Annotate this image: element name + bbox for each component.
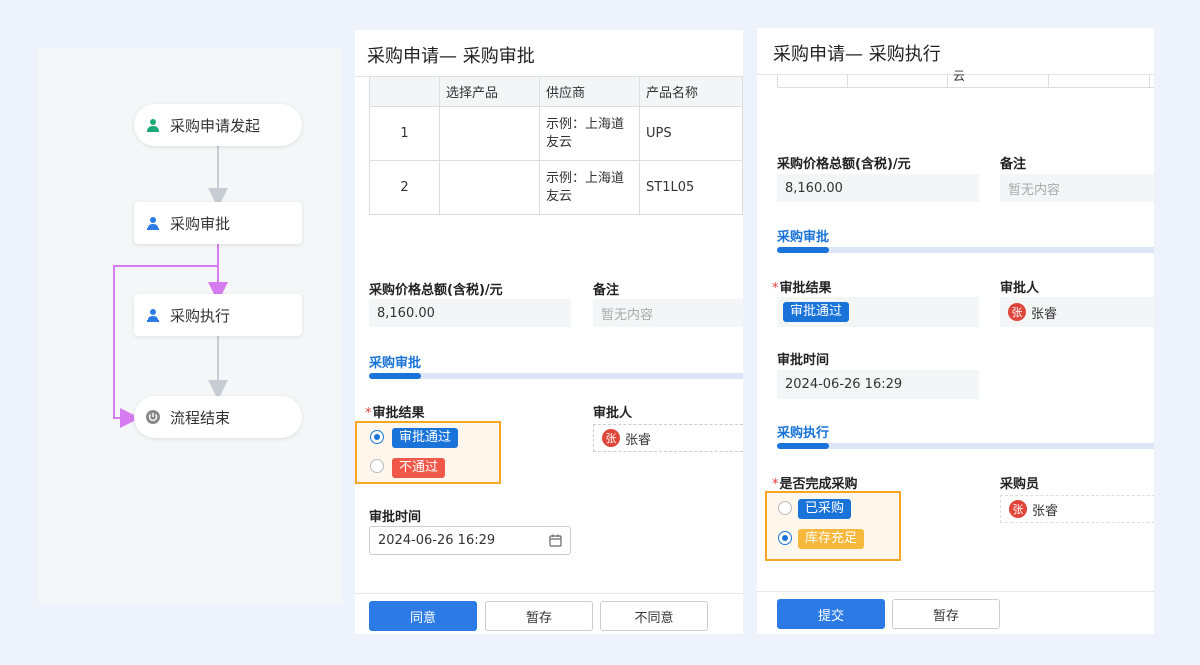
time-label: 审批时间 [777, 353, 830, 368]
approver-field[interactable]: 张 张睿 [593, 424, 743, 452]
panel-title: 采购申请— 采购执行 [773, 44, 941, 65]
product-table: 选择产品 供应商 产品名称 1 示例：上海道友云 UPS 2 示例：上海道友云 … [369, 76, 743, 215]
time-field: 2024-06-26 16:29 [777, 370, 979, 399]
table-header: 供应商 [539, 76, 640, 107]
avatar: 张 [602, 429, 620, 447]
section-title-approval: 采购审批 [369, 356, 422, 371]
footer-divider [355, 593, 743, 594]
buyer-label: 采购员 [1000, 477, 1040, 492]
table-row: 2 示例：上海道友云 ST1L05 [369, 160, 743, 215]
time-input[interactable]: 2024-06-26 16:29 [369, 526, 571, 555]
footer-divider [757, 591, 1154, 592]
save-draft-button[interactable]: 暂存 [485, 601, 593, 631]
flow-node-label: 流程结束 [170, 408, 231, 427]
table-row: 1 示例：上海道友云 UPS [369, 106, 743, 161]
power-icon [144, 408, 162, 426]
total-label: 采购价格总额(含税)/元 [777, 157, 911, 172]
approver-label: 审批人 [593, 406, 633, 421]
option-purchased-tag[interactable]: 已采购 [798, 499, 852, 519]
buyer-name: 张睿 [1032, 503, 1059, 519]
flow-node-label: 采购申请发起 [170, 116, 261, 135]
avatar: 张 [1008, 303, 1026, 321]
option-approve-tag[interactable]: 审批通过 [392, 428, 459, 448]
table-cell: 云 [953, 69, 966, 83]
table-header-row: 选择产品 供应商 产品名称 [369, 76, 743, 107]
result-label: *审批结果 [772, 281, 832, 296]
radio-in-stock[interactable] [778, 531, 792, 545]
approver-icon [144, 306, 162, 324]
flow-node-start[interactable]: 采购申请发起 [134, 104, 302, 146]
agree-button[interactable]: 同意 [369, 601, 477, 631]
table-cell: 示例：上海道友云 [539, 160, 640, 215]
section-title-execution: 采购执行 [777, 426, 830, 441]
flow-node-label: 采购审批 [170, 214, 231, 233]
approved-tag: 审批通过 [783, 302, 850, 322]
section-title-approval: 采购审批 [777, 230, 830, 245]
table-header: 选择产品 [439, 76, 540, 107]
table-header: 产品名称 [639, 76, 743, 107]
flow-node-end[interactable]: 流程结束 [134, 396, 302, 438]
flow-node-approval[interactable]: 采购审批 [134, 202, 302, 244]
total-field: 8,160.00 [369, 299, 571, 327]
option-in-stock-tag[interactable]: 库存充足 [798, 529, 865, 549]
remark-label: 备注 [593, 283, 620, 298]
radio-reject[interactable] [370, 459, 384, 473]
user-icon [144, 116, 162, 134]
execution-form-panel: 采购申请— 采购执行 云 采购价格总额(含税)/元 8,160.00 备注 暂无… [757, 28, 1154, 634]
table-cell: 2 [369, 160, 440, 215]
flow-diagram-panel: 采购申请发起 采购审批 采购执行 流程结束 [38, 48, 342, 604]
flow-node-execution[interactable]: 采购执行 [134, 294, 302, 336]
table-cell: UPS [639, 106, 743, 161]
time-label: 审批时间 [369, 510, 422, 525]
remark-field: 暂无内容 [1000, 174, 1154, 202]
save-draft-button[interactable]: 暂存 [892, 599, 1000, 629]
section-bar [777, 443, 1154, 449]
disagree-button[interactable]: 不同意 [600, 601, 708, 631]
submit-button[interactable]: 提交 [777, 599, 885, 629]
option-reject-tag[interactable]: 不通过 [392, 458, 446, 478]
done-label: *是否完成采购 [772, 477, 858, 492]
approval-form-panel: 采购申请— 采购审批 选择产品 供应商 产品名称 1 示例：上海道友云 UPS … [355, 30, 743, 634]
total-field: 8,160.00 [777, 174, 979, 202]
remark-label: 备注 [1000, 157, 1027, 172]
flow-node-label: 采购执行 [170, 306, 231, 325]
table-cell [439, 106, 540, 161]
buyer-field[interactable]: 张 张睿 [1000, 495, 1154, 523]
product-table-partial: 云 [777, 69, 1154, 88]
table-cell [439, 160, 540, 215]
time-value: 2024-06-26 16:29 [378, 533, 496, 548]
calendar-icon[interactable] [549, 534, 562, 551]
remark-field: 暂无内容 [593, 299, 743, 327]
avatar: 张 [1009, 500, 1027, 518]
approver-field: 张 张睿 [1000, 297, 1154, 327]
table-cell: 1 [369, 106, 440, 161]
approver-name: 张睿 [625, 432, 652, 448]
section-bar [369, 373, 743, 379]
panel-title: 采购申请— 采购审批 [367, 46, 535, 67]
result-field: 审批通过 [777, 297, 979, 327]
approver-label: 审批人 [1000, 281, 1040, 296]
radio-approve[interactable] [370, 430, 384, 444]
approver-name: 张睿 [1031, 306, 1058, 322]
table-cell: 示例：上海道友云 [539, 106, 640, 161]
section-bar [777, 247, 1154, 253]
radio-purchased[interactable] [778, 501, 792, 515]
table-header [369, 76, 440, 107]
table-cell: ST1L05 [639, 160, 743, 215]
total-label: 采购价格总额(含税)/元 [369, 283, 503, 298]
approver-icon [144, 214, 162, 232]
result-label: *审批结果 [365, 406, 425, 421]
